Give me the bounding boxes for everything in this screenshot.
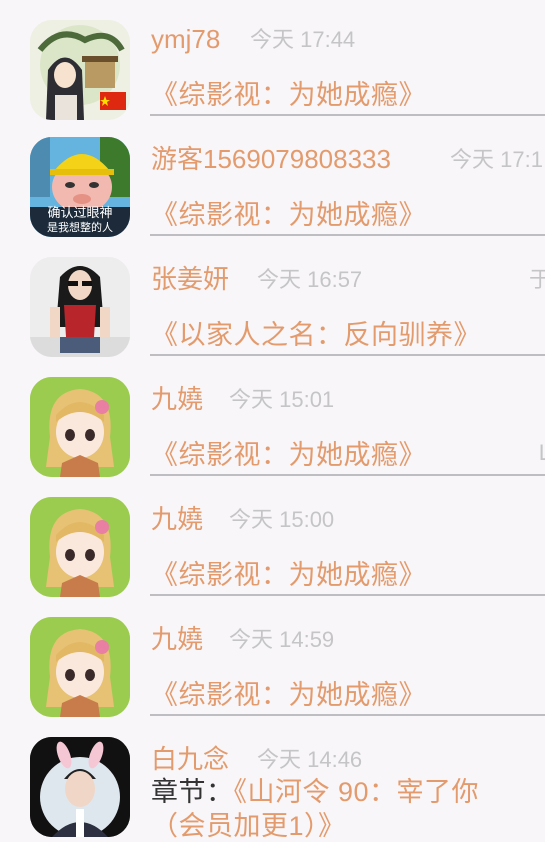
avatar-caption: 是我想整的人 xyxy=(47,221,113,234)
list-item[interactable]: 张姜妍 今天 16:57 于 《以家人之名：反向驯养》 xyxy=(0,240,545,360)
sender-name[interactable]: 九嬈 xyxy=(151,504,203,534)
sender-name[interactable]: 九嬈 xyxy=(151,384,203,414)
list-item[interactable]: 九嬈 今天 14:59 《综影视：为她成瘾》 xyxy=(0,600,545,720)
avatar[interactable] xyxy=(30,20,130,120)
divider xyxy=(150,594,545,596)
message-list: ymj78 今天 17:44 《综影视：为她成瘾》 确认过眼神 是我想整的人 游… xyxy=(0,0,545,841)
list-item[interactable]: 确认过眼神 是我想整的人 游客1569079808333 今天 17:1 《综影… xyxy=(0,120,545,240)
avatar-image xyxy=(30,257,130,357)
avatar[interactable] xyxy=(30,257,130,357)
book-title-link[interactable]: 《综影视：为她成瘾》 xyxy=(151,199,426,231)
book-title-link[interactable]: 《综影视：为她成瘾》 xyxy=(151,439,426,471)
list-item[interactable]: 九嬈 今天 15:00 《综影视：为她成瘾》 xyxy=(0,480,545,600)
chapter-prefix: 章节： xyxy=(151,777,234,807)
avatar[interactable] xyxy=(30,377,130,477)
timestamp: 今天 14:46 xyxy=(257,747,363,772)
list-item[interactable]: 白九念 今天 14:46 章节：《山河令 90：宰了你 （会员加更1）》 xyxy=(0,720,545,841)
avatar[interactable] xyxy=(30,497,130,597)
avatar-image xyxy=(30,377,130,477)
avatar-caption: 确认过眼神 xyxy=(47,206,113,221)
divider xyxy=(150,714,545,716)
sender-name[interactable]: ymj78 xyxy=(151,24,220,54)
sender-name[interactable]: 张姜妍 xyxy=(151,264,229,294)
avatar[interactable] xyxy=(30,617,130,717)
chapter-title-link[interactable]: 《山河令 90：宰了你 xyxy=(234,777,480,807)
sender-name[interactable]: 白九念 xyxy=(151,744,229,774)
timestamp: 今天 15:01 xyxy=(229,387,335,412)
divider xyxy=(150,234,545,236)
timestamp: 今天 16:57 xyxy=(257,267,363,292)
clipped-label: 于 xyxy=(528,267,545,292)
clipped-label: L xyxy=(538,440,545,465)
divider xyxy=(150,474,545,476)
book-title-link[interactable]: 《综影视：为她成瘾》 xyxy=(151,79,426,111)
book-title-link[interactable]: 《综影视：为她成瘾》 xyxy=(151,559,426,591)
avatar-image xyxy=(30,737,130,837)
avatar[interactable] xyxy=(30,737,130,837)
book-title-link[interactable]: 《以家人之名：反向驯养》 xyxy=(151,319,481,351)
timestamp: 今天 17:44 xyxy=(250,27,356,52)
list-item[interactable]: 九嬈 今天 15:01 L 《综影视：为她成瘾》 xyxy=(0,360,545,480)
divider xyxy=(150,354,545,356)
list-item[interactable]: ymj78 今天 17:44 《综影视：为她成瘾》 xyxy=(0,0,545,120)
avatar-image xyxy=(30,617,130,717)
sender-name[interactable]: 游客1569079808333 xyxy=(151,144,391,174)
avatar-image xyxy=(30,20,130,120)
divider xyxy=(150,114,545,116)
avatar-image xyxy=(30,497,130,597)
timestamp: 今天 17:1 xyxy=(450,147,543,172)
chapter-title-continued[interactable]: （会员加更1）》 xyxy=(151,810,346,842)
chapter-line[interactable]: 章节：《山河令 90：宰了你 xyxy=(151,776,479,808)
sender-name[interactable]: 九嬈 xyxy=(151,624,203,654)
book-title-link[interactable]: 《综影视：为她成瘾》 xyxy=(151,679,426,711)
timestamp: 今天 14:59 xyxy=(229,627,335,652)
avatar[interactable]: 确认过眼神 是我想整的人 xyxy=(30,137,130,237)
timestamp: 今天 15:00 xyxy=(229,507,335,532)
